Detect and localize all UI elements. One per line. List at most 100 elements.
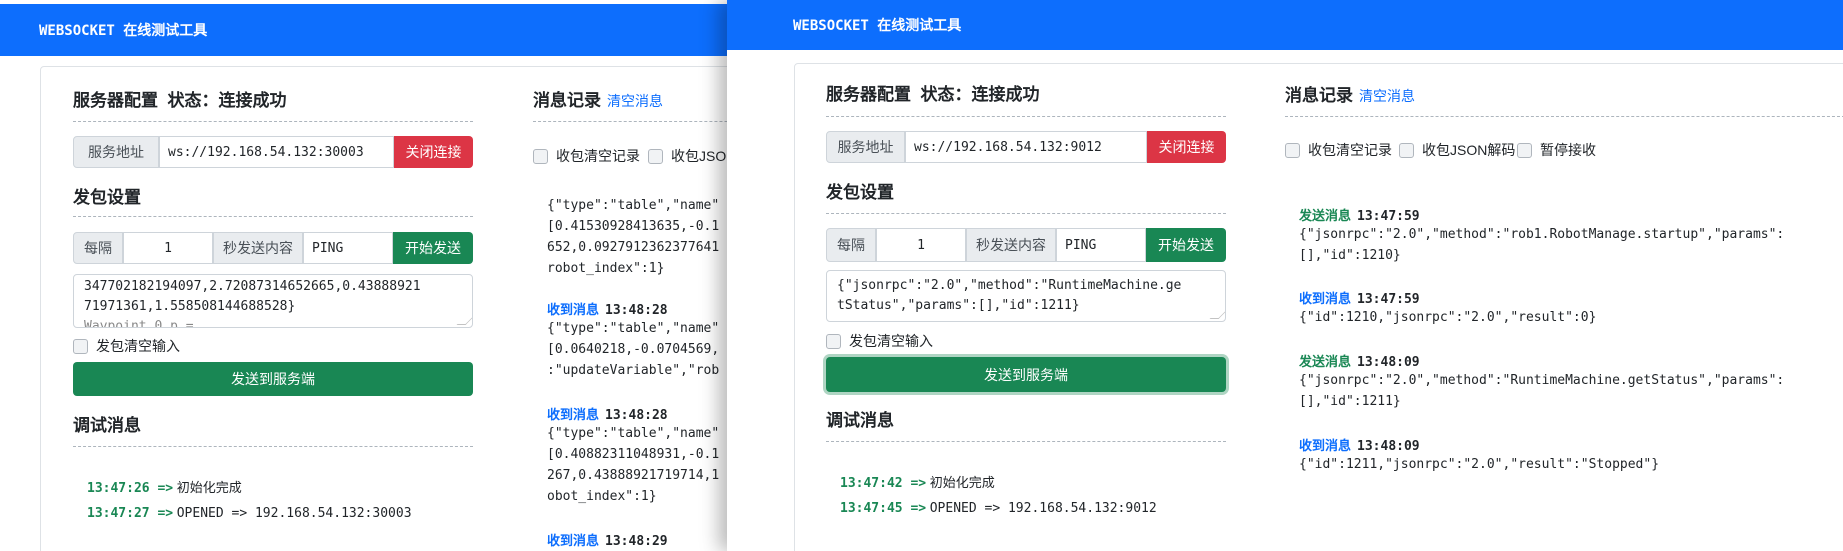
checkbox-box[interactable] (1517, 142, 1532, 158)
navbar: WEBSOCKET 在线测试工具 (0, 4, 760, 56)
textarea-line: tStatus","params":[],"id":1211} (837, 298, 1080, 313)
checkbox-box[interactable] (1399, 142, 1414, 158)
send-settings-heading: 发包设置 (826, 183, 894, 202)
interval-input[interactable]: 1 (123, 232, 213, 264)
clear-input-checkbox[interactable]: 发包清空输入 (826, 331, 933, 351)
checkbox-label: 收包清空记录 (1308, 142, 1392, 158)
connection-status: 连接成功 (971, 85, 1040, 104)
json-decode-checkbox[interactable]: 收包JSON (648, 146, 736, 166)
message-body-line: {"id":1211,"jsonrpc":"2.0","result":"Sto… (1299, 457, 1660, 472)
message-body-line: obot_index":1} (547, 489, 657, 504)
message-item: 收到消息 13:48:28 {"type":"table","name" [0.0… (547, 299, 747, 381)
send-to-server-button[interactable]: 发送到服务端 (826, 357, 1226, 392)
message-body-line: 652,0.0927912362377641 (547, 240, 720, 255)
start-send-button[interactable]: 开始发送 (393, 232, 473, 264)
json-decode-checkbox[interactable]: 收包JSON解码 (1399, 140, 1515, 160)
message-header: 收到消息 13:48:09 (1299, 438, 1420, 454)
server-address-label: 服务地址 (826, 131, 905, 163)
server-address-group: 服务地址 ws://192.168.54.132:30003 关闭连接 (73, 136, 473, 168)
interval-label: 每隔 (826, 228, 876, 262)
textarea-line: Waypoint_0_p = (84, 319, 194, 328)
message-header: 收到消息 13:48:28 (547, 302, 668, 318)
close-connection-button[interactable]: 关闭连接 (394, 136, 473, 168)
textarea-line: {"jsonrpc":"2.0","method":"RuntimeMachin… (837, 278, 1182, 293)
message-header: 发送消息 13:48:09 (1299, 354, 1420, 370)
clear-records-checkbox[interactable]: 收包清空记录 (533, 146, 640, 166)
divider (826, 213, 1226, 214)
server-address-group: 服务地址 ws://192.168.54.132:9012 关闭连接 (826, 131, 1226, 163)
divider (73, 121, 473, 122)
send-settings-heading: 发包设置 (73, 188, 141, 207)
clear-messages-link[interactable]: 清空消息 (1359, 88, 1415, 104)
clear-messages-link[interactable]: 清空消息 (607, 93, 663, 109)
checkbox-label: 发包清空输入 (96, 338, 180, 354)
app-title: WEBSOCKET 在线测试工具 (793, 18, 962, 34)
debug-heading: 调试消息 (73, 416, 141, 435)
server-address-label: 服务地址 (73, 136, 159, 168)
debug-line: 13:47:27 => OPENED => 192.168.54.132:300… (87, 506, 412, 521)
server-address-input[interactable]: ws://192.168.54.132:9012 (905, 131, 1147, 163)
close-connection-button[interactable]: 关闭连接 (1147, 131, 1226, 163)
debug-line: 13:47:42 => 初始化完成 (840, 476, 995, 491)
textarea-line: 71971361,1.558508144688528} (84, 299, 296, 314)
back-window: WEBSOCKET 在线测试工具 服务器配置 状态：连接成功 服务地址 ws:/… (0, 0, 760, 551)
message-item: 收到消息 13:48:09 {"id":1211,"jsonrpc":"2.0",… (1299, 435, 1819, 475)
checkbox-box[interactable] (73, 338, 88, 354)
content-input[interactable]: PING (1056, 228, 1146, 262)
interval-group: 每隔 1 秒发送内容 PING 开始发送 (73, 232, 473, 264)
send-content-textarea[interactable]: {"jsonrpc":"2.0","method":"RuntimeMachin… (826, 270, 1226, 322)
divider (826, 116, 1226, 117)
navbar: WEBSOCKET 在线测试工具 (727, 0, 1843, 50)
content-input[interactable]: PING (303, 232, 393, 264)
server-address-input[interactable]: ws://192.168.54.132:30003 (159, 136, 394, 168)
connection-status: 连接成功 (218, 91, 287, 110)
message-header: 发送消息 13:47:59 (1299, 208, 1420, 224)
checkbox-label: 收包JSON解码 (1422, 142, 1516, 158)
message-body-line: [0.40882311048931,-0.1 (547, 447, 720, 462)
start-send-button[interactable]: 开始发送 (1146, 228, 1226, 262)
message-body-line: {"jsonrpc":"2.0","method":"RuntimeMachin… (1299, 373, 1785, 388)
send-content-textarea[interactable]: 347702182194097,2.72087314652665,0.43888… (73, 274, 473, 328)
message-body-line: {"id":1210,"jsonrpc":"2.0","result":0} (1299, 310, 1597, 325)
message-body-line: {"type":"table","name" (547, 426, 720, 441)
app-title: WEBSOCKET 在线测试工具 (39, 23, 208, 39)
interval-input[interactable]: 1 (876, 228, 966, 262)
checkbox-box[interactable] (1285, 142, 1300, 158)
send-to-server-button[interactable]: 发送到服务端 (73, 362, 473, 396)
debug-heading: 调试消息 (826, 411, 894, 430)
pause-receive-checkbox[interactable]: 暂停接收 (1517, 140, 1596, 160)
debug-line: 13:47:45 => OPENED => 192.168.54.132:901… (840, 501, 1157, 516)
message-item: 发送消息 13:48:09 {"jsonrpc":"2.0","method":"… (1299, 351, 1819, 412)
front-window: WEBSOCKET 在线测试工具 服务器配置 状态：连接成功 服务地址 ws:/… (727, 0, 1843, 551)
message-body-line: [],"id":1211} (1299, 394, 1401, 409)
content-label: 秒发送内容 (966, 228, 1056, 262)
checkbox-box[interactable] (648, 148, 663, 164)
message-header: 收到消息 13:47:59 (1299, 291, 1420, 307)
message-body-line: {"jsonrpc":"2.0","method":"rob1.RobotMan… (1299, 227, 1785, 242)
divider (73, 446, 473, 447)
message-body-line: {"type":"table","name" (547, 321, 720, 336)
message-item: {"type":"table","name" [0.41530928413635… (547, 195, 747, 279)
divider (1285, 116, 1843, 117)
checkbox-box[interactable] (826, 333, 841, 349)
message-body-line: {"type":"table","name" (547, 198, 720, 213)
message-header: 收到消息 13:48:28 (547, 407, 668, 423)
server-config-heading: 服务器配置 状态：连接成功 (826, 85, 1040, 104)
message-body-line: [0.41530928413635,-0.1 (547, 219, 720, 234)
checkbox-box[interactable] (533, 148, 548, 164)
clear-records-checkbox[interactable]: 收包清空记录 (1285, 140, 1392, 160)
message-body-line: [0.0640218,-0.0704569, (547, 342, 720, 357)
divider (533, 121, 760, 122)
message-log-heading: 消息记录 清空消息 (1285, 86, 1415, 105)
divider (73, 216, 473, 217)
message-header: 收到消息 13:48:29 (547, 533, 668, 549)
message-log-heading: 消息记录 清空消息 (533, 91, 663, 110)
server-config-heading: 服务器配置 状态：连接成功 (73, 91, 287, 110)
message-item: 收到消息 13:48:28 {"type":"table","name" [0.4… (547, 404, 747, 507)
clear-input-checkbox[interactable]: 发包清空输入 (73, 336, 180, 356)
interval-label: 每隔 (73, 232, 123, 264)
message-body-line: 267,0.43888921719714,1 (547, 468, 720, 483)
debug-line: 13:47:26 => 初始化完成 (87, 481, 242, 496)
message-item: 收到消息 13:47:59 {"id":1210,"jsonrpc":"2.0",… (1299, 288, 1819, 328)
checkbox-label: 收包清空记录 (556, 148, 640, 164)
